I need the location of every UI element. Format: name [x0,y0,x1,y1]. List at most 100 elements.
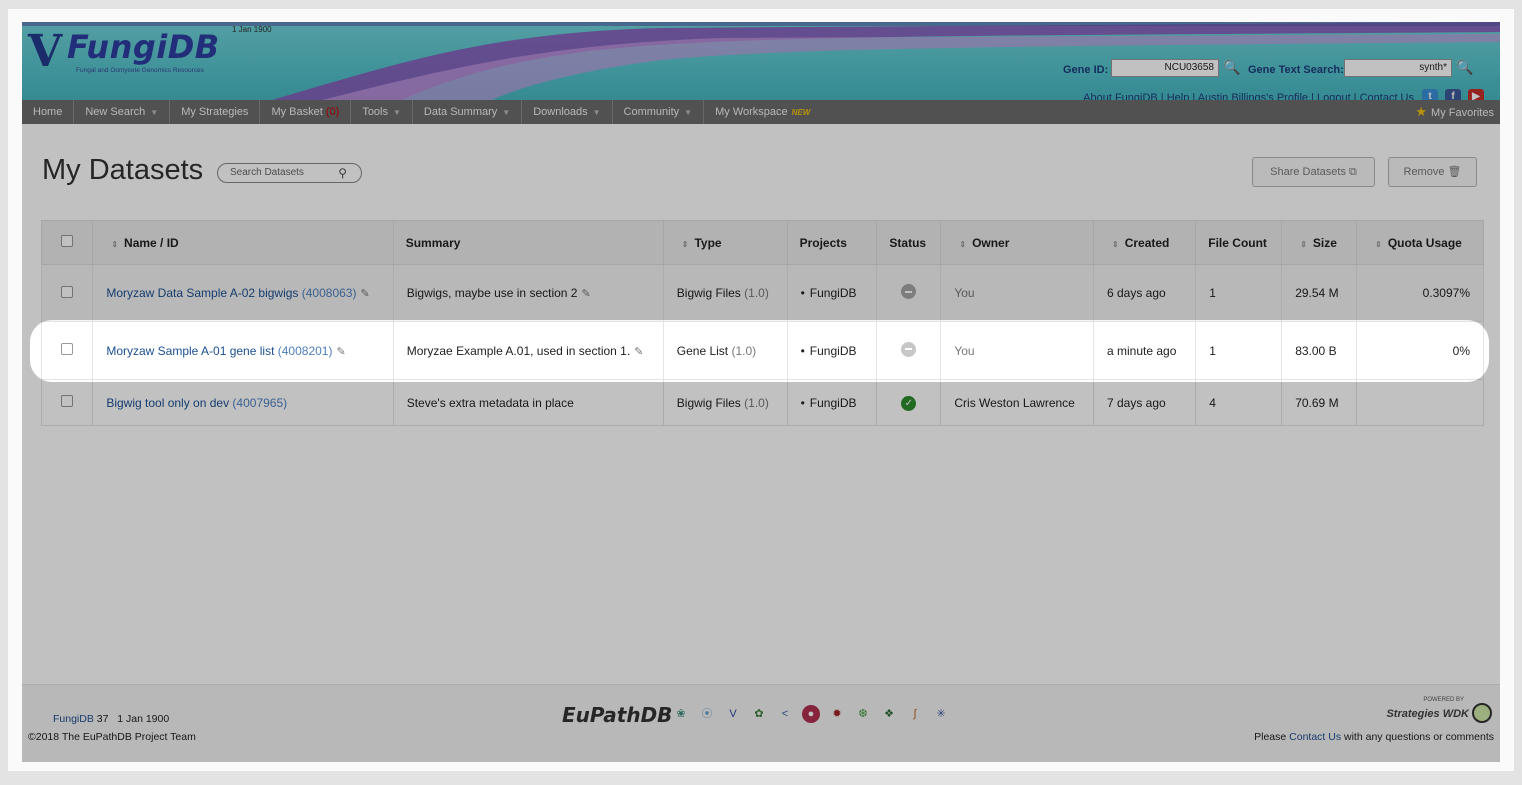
footer-release: FungiDB 37 1 Jan 1900 [53,713,169,725]
dataset-name-cell: Moryzaw Data Sample A-02 bigwigs (400806… [92,264,394,322]
organism-sites: ❀ ⦿ V ✿ < ● ✹ ❆ ❖ ∫ ✳ [672,705,950,723]
nav-data-summary[interactable]: Data Summary ▼ [413,100,523,124]
my-favorites-link[interactable]: ★ My Favorites [1415,100,1494,124]
owner-cell: You [940,264,1094,322]
nav-my-basket-label: My Basket [271,106,323,118]
amoebadb-icon[interactable]: ❀ [672,705,690,723]
contact-us-link[interactable]: Contact Us [1289,731,1341,743]
toxodb-icon[interactable]: ❆ [854,705,872,723]
nav-home[interactable]: Home [22,100,75,124]
datasets-table: ⇕ Name / ID Summary ⇕ Type Projects Status… [40,220,1484,426]
footer-release-number: 37 [96,713,109,725]
dataset-type: Bigwig Files [676,395,741,410]
created-cell: 7 days ago [1092,379,1197,426]
column-created-label: Created [1124,235,1170,250]
gene-id-input[interactable]: NCU03658 [1111,59,1219,77]
dataset-name-link[interactable]: Moryzaw Data Sample A-02 bigwigs [106,286,298,300]
twitter-icon[interactable]: t [1422,89,1438,100]
quota-cell: 0% [1356,321,1484,380]
column-name[interactable]: ⇕ Name / ID [92,220,394,265]
page-title: My Datasets [42,154,204,186]
nav-my-workspace[interactable]: My Workspace NEW [704,100,821,124]
star-icon: ★ [1415,104,1428,119]
search-datasets-placeholder: Search Datasets [230,167,304,178]
column-size-label: Size [1312,235,1337,250]
projects-cell: • FungiDB [786,264,878,322]
bullet-icon: • [800,395,805,410]
header-links[interactable]: About FungiDB | Help | Austin Billings's… [1083,92,1414,100]
facebook-icon[interactable]: f [1445,89,1461,100]
nav-new-search[interactable]: New Search ▼ [74,100,171,124]
chevron-down-icon: ▼ [592,108,601,117]
site-logo[interactable]: FungiDB [67,28,220,66]
column-file-count-label: File Count [1208,235,1267,250]
type-cell: Bigwig Files (1.0) [662,379,788,426]
orthomcl-icon[interactable]: ✳ [932,705,950,723]
logo-v[interactable]: V [28,26,62,77]
tritrypdb-icon[interactable]: ∫ [906,705,924,723]
cryptodb-icon[interactable]: ⦿ [698,705,716,723]
eupathdb-logo[interactable]: EuPathDB [562,703,672,727]
column-projects-label: Projects [799,235,847,250]
column-owner[interactable]: ⇕ Owner [940,220,1094,265]
remove-button[interactable]: Remove 🗑 [1388,157,1477,187]
type-version: (1.0) [731,343,757,358]
column-created[interactable]: ⇕ Created [1092,220,1197,265]
trichdb-icon[interactable]: ❖ [880,705,898,723]
column-owner-label: Owner [972,235,1010,250]
nav-data-summary-label: Data Summary [423,106,498,118]
row-checkbox[interactable] [61,285,74,298]
dataset-name-link[interactable]: Moryzaw Sample A-01 gene list [106,344,274,358]
sort-icon: ⇕ [1111,239,1119,249]
pencil-icon[interactable]: ✎ [634,346,643,358]
nav-tools[interactable]: Tools ▼ [351,100,413,124]
search-datasets-input[interactable]: Search Datasets ⚲ [217,163,362,183]
piroplasmadb-icon[interactable]: ● [802,705,820,723]
quota-cell [1356,379,1484,426]
dataset-created: 7 days ago [1106,395,1166,410]
dataset-name-link[interactable]: Bigwig tool only on dev [106,396,229,410]
nav-my-strategies[interactable]: My Strategies [170,100,261,124]
row-checkbox[interactable] [61,395,74,407]
share-datasets-button[interactable]: Share Datasets ⧉ [1252,157,1375,187]
nav-my-strategies-label: My Strategies [181,106,249,118]
sort-icon: ⇕ [681,239,689,249]
row-select-cell [40,321,94,380]
summary-cell: Steve's extra metadata in place [392,379,664,426]
basket-count-badge: (0) [325,106,340,118]
wdk-logo-icon [1472,703,1492,723]
gene-text-search-icon[interactable]: 🔍 [1456,59,1473,76]
nav-downloads[interactable]: Downloads ▼ [522,100,613,124]
plasmodb-icon[interactable]: ✹ [828,705,846,723]
pencil-icon[interactable]: ✎ [336,346,345,358]
row-checkbox[interactable] [61,343,74,355]
column-type[interactable]: ⇕ Type [662,220,788,265]
sort-icon: ⇕ [1375,239,1382,249]
microsporidiadb-icon[interactable]: < [776,705,794,723]
size-cell: 29.54 M [1281,264,1358,322]
share-icon: ⧉ [1349,166,1357,178]
table-header-row: ⇕ Name / ID Summary ⇕ Type Projects Status… [40,220,1484,265]
dataset-project: FungiDB [809,343,857,358]
select-all-checkbox[interactable] [61,235,74,247]
giardiadb-icon[interactable]: ✿ [750,705,768,723]
youtube-icon[interactable]: ▶ [1468,89,1484,100]
gene-text-search-input[interactable]: synth* [1344,59,1452,77]
column-quota-usage[interactable]: ⇕ Quota Usage [1356,220,1484,265]
pencil-icon[interactable]: ✎ [360,288,369,300]
footer-copyright: ©2018 The EuPathDB Project Team [28,731,196,743]
fungidb-icon[interactable]: V [724,705,742,723]
status-cell: ✓ [876,379,942,426]
chevron-down-icon: ▼ [502,108,511,117]
type-cell: Bigwig Files (1.0) [662,264,788,322]
file-count-cell: 1 [1195,264,1283,322]
footer-site-link[interactable]: FungiDB [53,713,94,725]
powered-by-wdk[interactable]: POWERED BY Strategies WDK [1386,697,1492,723]
search-icon: ⚲ [338,166,347,180]
status-pending-icon [901,284,917,299]
column-size[interactable]: ⇕ Size [1281,220,1358,265]
gene-id-search-icon[interactable]: 🔍 [1223,59,1240,76]
nav-community[interactable]: Community ▼ [613,100,705,124]
nav-my-basket[interactable]: My Basket (0) [260,100,352,124]
pencil-icon[interactable]: ✎ [581,288,590,300]
